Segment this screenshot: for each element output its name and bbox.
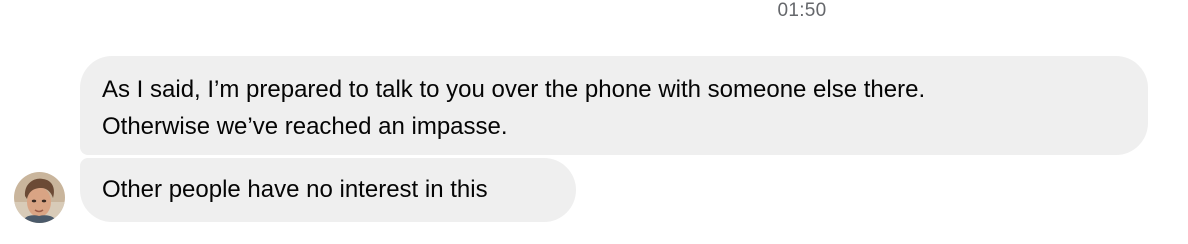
message-timestamp: 01:50 [777,0,827,21]
avatar-photo [14,172,65,223]
message-bubble[interactable]: As I said, I’m prepared to talk to you o… [80,56,1148,155]
message-text-line: As I said, I’m prepared to talk to you o… [102,76,926,103]
message-text: Other people have no interest in this [102,176,488,203]
sender-avatar[interactable] [14,172,65,223]
message-bubble[interactable]: Other people have no interest in this [80,158,576,222]
message-text-line: Otherwise we’ve reached an impasse. [102,113,508,140]
